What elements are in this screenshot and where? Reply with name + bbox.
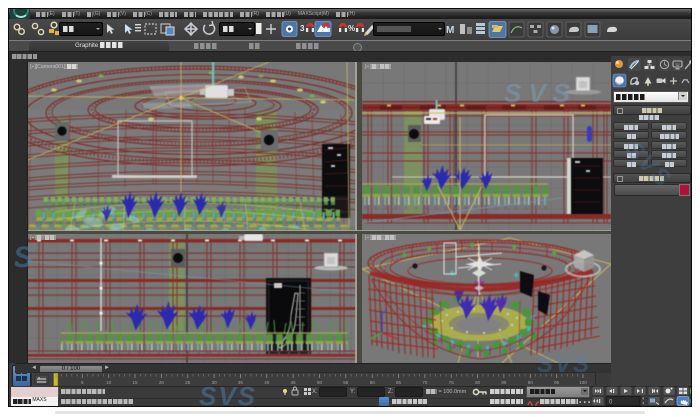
svg-text:100: 100 bbox=[579, 380, 587, 385]
svg-text:20: 20 bbox=[159, 380, 165, 385]
svg-text:10: 10 bbox=[106, 380, 112, 385]
svg-text:65: 65 bbox=[396, 380, 402, 385]
svg-text:90: 90 bbox=[528, 380, 534, 385]
svg-text:50: 50 bbox=[317, 380, 323, 385]
svg-text:40: 40 bbox=[264, 380, 270, 385]
svg-text:5: 5 bbox=[81, 380, 84, 385]
svg-text:85: 85 bbox=[501, 380, 507, 385]
svg-text:70: 70 bbox=[422, 380, 428, 385]
svg-text:z: z bbox=[384, 309, 387, 315]
svg-text:M: M bbox=[446, 25, 454, 36]
svg-text:75: 75 bbox=[449, 380, 455, 385]
svg-text:80: 80 bbox=[475, 380, 481, 385]
svg-text:95: 95 bbox=[554, 380, 560, 385]
svg-text:15: 15 bbox=[132, 380, 138, 385]
svg-text:45: 45 bbox=[291, 380, 297, 385]
svg-text:60: 60 bbox=[370, 380, 376, 385]
svg-text:55: 55 bbox=[343, 380, 349, 385]
svg-text:3: 3 bbox=[300, 24, 305, 33]
svg-text:25: 25 bbox=[185, 380, 191, 385]
svg-text:%: % bbox=[348, 24, 355, 33]
